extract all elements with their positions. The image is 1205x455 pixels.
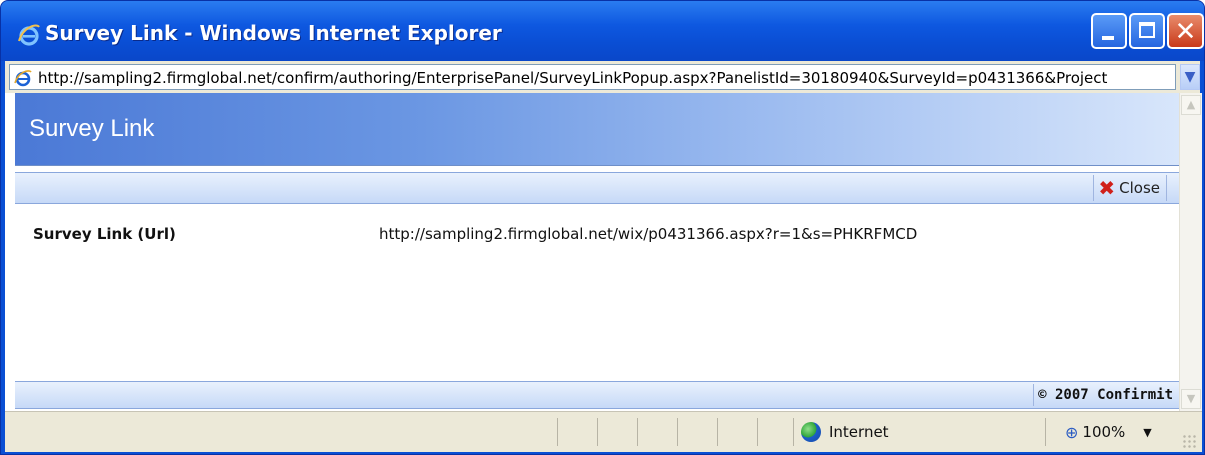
red-x-icon: ✖ <box>1098 176 1116 200</box>
status-divider <box>793 418 794 446</box>
resize-grip[interactable] <box>1182 434 1196 448</box>
minimize-button[interactable] <box>1091 13 1127 49</box>
window-close-button[interactable]: ✕ <box>1167 13 1204 49</box>
chevron-up-icon: ▲ <box>1186 98 1196 111</box>
status-divider <box>757 418 758 446</box>
maximize-icon <box>1139 22 1155 38</box>
scroll-down-button[interactable]: ▼ <box>1181 389 1201 409</box>
survey-link-value[interactable]: http://sampling2.firmglobal.net/wix/p043… <box>379 225 917 243</box>
status-divider <box>717 418 718 446</box>
page-footer: © 2007 Confirmit <box>15 381 1179 409</box>
maximize-button[interactable] <box>1129 13 1165 49</box>
status-bar: Internet ⊕ 100% ▼ <box>5 411 1202 452</box>
chevron-down-icon: ▼ <box>1186 392 1196 405</box>
address-dropdown-button[interactable]: ▼ <box>1180 64 1200 90</box>
minimize-icon <box>1102 36 1114 40</box>
toolbar: ✖ Close <box>15 172 1179 204</box>
security-zone-label: Internet <box>829 423 889 441</box>
status-divider <box>637 418 638 446</box>
close-button-label: Close <box>1119 179 1160 197</box>
copyright-text: © 2007 Confirmit <box>1033 384 1177 406</box>
page-header: Survey Link <box>15 93 1179 166</box>
caret-down-icon: ▼ <box>1143 425 1152 439</box>
close-icon: ✕ <box>1174 17 1197 47</box>
window-title: Survey Link - Windows Internet Explorer <box>45 21 502 45</box>
title-bar[interactable]: Survey Link - Windows Internet Explorer … <box>1 1 1204 61</box>
zoom-level: 100% <box>1082 423 1126 441</box>
page-title: Survey Link <box>29 115 155 142</box>
status-divider <box>677 418 678 446</box>
chevron-down-icon: ▼ <box>1184 69 1196 85</box>
zoom-magnifier-icon: ⊕ <box>1065 422 1079 442</box>
vertical-scrollbar[interactable]: ▲ ▼ <box>1179 93 1202 411</box>
address-url[interactable]: http://sampling2.firmglobal.net/confirm/… <box>38 69 1173 87</box>
status-divider <box>557 418 558 446</box>
internet-explorer-icon <box>18 24 40 46</box>
zoom-control[interactable]: ⊕ 100% ▼ <box>1065 418 1152 446</box>
globe-icon <box>801 422 821 442</box>
survey-link-label: Survey Link (Url) <box>33 225 176 243</box>
address-field[interactable]: http://sampling2.firmglobal.net/confirm/… <box>9 64 1176 90</box>
page-ie-icon <box>14 70 32 87</box>
scroll-up-button[interactable]: ▲ <box>1181 95 1201 115</box>
page-content: Survey Link ✖ Close Survey Link (Url) ht… <box>5 93 1202 411</box>
status-divider <box>1045 418 1046 446</box>
status-divider <box>597 418 598 446</box>
browser-window: Survey Link - Windows Internet Explorer … <box>0 0 1205 455</box>
address-bar: http://sampling2.firmglobal.net/confirm/… <box>5 61 1200 93</box>
security-zone[interactable]: Internet <box>801 418 889 446</box>
close-button[interactable]: ✖ Close <box>1093 175 1167 201</box>
